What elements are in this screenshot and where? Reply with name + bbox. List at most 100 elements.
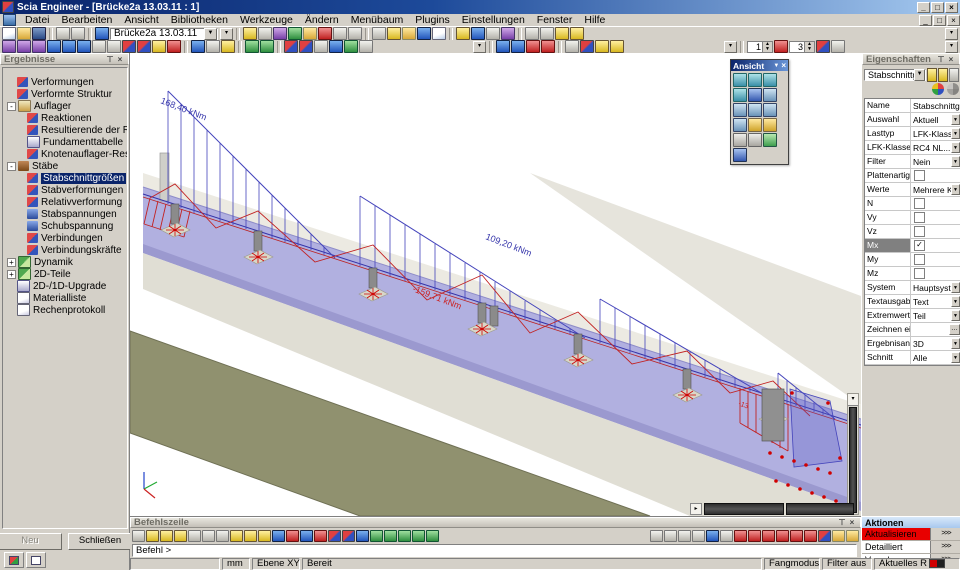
snap-ortho-icon[interactable] <box>258 530 271 542</box>
prop-dropdown[interactable]: 3D▼ <box>911 337 960 350</box>
select-window-icon[interactable] <box>804 530 817 542</box>
tree-item-schubspannung[interactable]: Schubspannung <box>3 220 127 232</box>
select-by-material-icon[interactable] <box>776 530 789 542</box>
tree-item-fundamenttabelle[interactable]: Fundamenttabelle <box>3 136 127 148</box>
hscroll-arrow-icon[interactable]: ▸ <box>690 503 702 515</box>
camera-icon[interactable] <box>387 27 401 40</box>
collapse-icon[interactable]: - <box>7 102 16 111</box>
window-cascade-icon[interactable] <box>540 27 554 40</box>
solver-setup-icon[interactable] <box>610 40 624 53</box>
vscroll-arrow-icon[interactable]: ▾ <box>848 394 858 406</box>
chevron-down-icon[interactable]: ▼ <box>951 142 960 153</box>
save-icon[interactable] <box>32 27 46 40</box>
chevron-down-icon[interactable]: ▼ <box>951 156 960 167</box>
select-all-icon[interactable] <box>206 40 220 53</box>
trim-icon[interactable] <box>329 40 343 53</box>
pin-icon[interactable]: ⊤ <box>105 55 115 64</box>
chevron-down-icon[interactable]: ▼ <box>204 28 217 40</box>
minimize-button[interactable]: _ <box>917 2 930 13</box>
prop-checkbox[interactable] <box>911 267 960 280</box>
extend-icon[interactable] <box>344 40 358 53</box>
prop-checkbox[interactable] <box>911 225 960 238</box>
filter-add-icon[interactable] <box>927 68 937 82</box>
expand-icon[interactable]: + <box>7 258 16 267</box>
tree-item-verformte-struktur[interactable]: Verformte Struktur <box>3 88 127 100</box>
model-viewport[interactable]: 168,40 kNm 109,20 kNm -159,71 kNm -13 An… <box>130 53 861 516</box>
node-icon[interactable] <box>92 40 106 53</box>
document-icon[interactable] <box>3 14 16 26</box>
status-filter[interactable]: Filter aus <box>822 558 872 570</box>
grid-icon[interactable] <box>107 40 121 53</box>
snap-grid-icon[interactable] <box>244 530 257 542</box>
select-by-layer-icon[interactable] <box>762 530 775 542</box>
light-bulb-icon[interactable] <box>763 118 777 132</box>
close-button[interactable]: × <box>945 2 958 13</box>
snap-intersection-icon[interactable] <box>174 530 187 542</box>
window-close-icon[interactable] <box>570 27 584 40</box>
line-icon[interactable] <box>2 40 16 53</box>
mirror-icon[interactable] <box>299 40 313 53</box>
calculator-icon[interactable] <box>486 27 500 40</box>
chevron-down-icon[interactable]: ▼ <box>951 310 960 321</box>
chevron-down-icon[interactable]: ▼ <box>951 296 960 307</box>
viewport-hscrollbar[interactable]: ▸ <box>690 503 854 515</box>
zoom-all-icon[interactable] <box>733 118 747 132</box>
mdi-close-button[interactable]: × <box>947 15 960 26</box>
connect-icon[interactable] <box>496 40 510 53</box>
ucs-icon[interactable] <box>370 530 383 542</box>
polyline-icon[interactable] <box>17 40 31 53</box>
tree-item-stabschnittgroessen[interactable]: Stabschnittgrößen <box>3 172 127 184</box>
menu-einstellungen[interactable]: Einstellungen <box>456 14 531 27</box>
tree-item-dynamik[interactable]: +Dynamik <box>3 256 127 268</box>
view-palette-header[interactable]: Ansicht ▼ × <box>731 60 788 71</box>
document-gallery-icon[interactable] <box>318 27 332 40</box>
ucs-rotate-icon[interactable] <box>398 530 411 542</box>
chevron-down-icon[interactable]: ▼ <box>951 282 960 293</box>
collapse-icon[interactable]: - <box>7 162 16 171</box>
ellipsis-button[interactable]: … <box>949 324 960 335</box>
viewport-vscrollbar[interactable]: ▾ <box>847 393 859 515</box>
snap-midpoint-icon[interactable] <box>146 530 159 542</box>
results-more-icon[interactable]: ▾ <box>945 41 958 53</box>
mdi-minimize-button[interactable]: _ <box>919 15 932 26</box>
more-tools-icon[interactable]: ▾ <box>945 28 958 40</box>
filter-selection-icon[interactable] <box>706 530 719 542</box>
chevron-down-icon[interactable]: ▼ <box>951 128 960 139</box>
spinner-arrows-icon[interactable]: ▲▼ <box>804 42 814 52</box>
tab-results-service[interactable] <box>4 552 24 568</box>
menu-hilfe[interactable]: Hilfe <box>578 14 611 27</box>
scale-icon[interactable] <box>314 40 328 53</box>
move-icon[interactable] <box>245 40 259 53</box>
column-icon[interactable] <box>62 40 76 53</box>
tree-item-resultierende[interactable]: Resultierende der Reaktionen <box>3 124 127 136</box>
tree-item-2d-teile[interactable]: +2D-Teile <box>3 268 127 280</box>
pie-chart-icon[interactable] <box>932 83 944 95</box>
pin-icon[interactable]: ⊤ <box>837 518 847 527</box>
new-icon[interactable] <box>2 27 16 40</box>
selection-save-icon[interactable] <box>846 530 859 542</box>
zoom-select-icon[interactable] <box>471 27 485 40</box>
deselect-icon[interactable] <box>221 40 235 53</box>
print-icon[interactable] <box>258 27 272 40</box>
combination-icon[interactable] <box>816 40 830 53</box>
view-front-icon[interactable] <box>748 73 762 87</box>
support-icon[interactable] <box>526 40 540 53</box>
menu-menuebaum[interactable]: Menübaum <box>345 14 410 27</box>
import-icon[interactable] <box>417 27 431 40</box>
action-detailliert[interactable]: Detailliert >>> <box>862 541 960 554</box>
tree-item-materialliste[interactable]: Materialliste <box>3 292 127 304</box>
menu-bearbeiten[interactable]: Bearbeiten <box>56 14 119 27</box>
hscroll-thumb2[interactable] <box>786 503 854 515</box>
menu-ansicht[interactable]: Ansicht <box>118 14 164 27</box>
property-type-combo[interactable]: Stabschnittgrö ▼ <box>864 69 926 81</box>
beam-icon[interactable] <box>77 40 91 53</box>
select-invert-icon[interactable] <box>692 530 705 542</box>
tree-item-knotenauflager[interactable]: Knotenauflager-Resultierende <box>3 148 127 160</box>
spinner-arrows-icon[interactable]: ▲▼ <box>762 42 772 52</box>
menu-plugins[interactable]: Plugins <box>409 14 455 27</box>
action-more-button[interactable]: >>> <box>930 528 960 540</box>
tree-item-stabspannungen[interactable]: Stabspannungen <box>3 208 127 220</box>
select-remove-icon[interactable] <box>664 530 677 542</box>
polar-tool-icon[interactable] <box>328 530 341 542</box>
status-units[interactable]: mm <box>222 558 250 570</box>
